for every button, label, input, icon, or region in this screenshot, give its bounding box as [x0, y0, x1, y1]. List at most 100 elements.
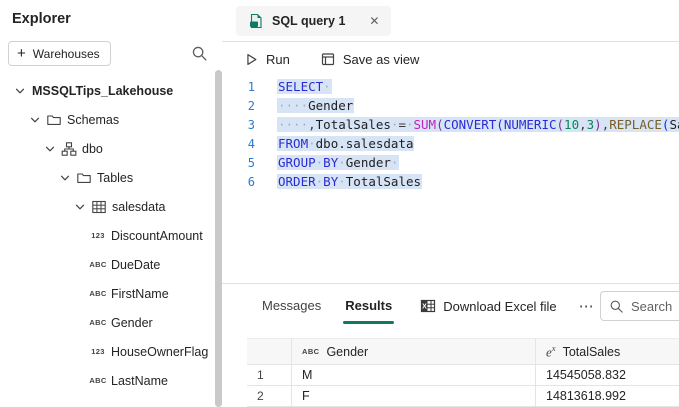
text-type-icon: ABC — [87, 260, 109, 269]
results-search-input[interactable] — [631, 299, 679, 314]
table-row[interactable]: 1M14545058.832 — [247, 365, 679, 386]
tree-item-mssqltips_lakehouse[interactable]: MSSQLTips_Lakehouse — [0, 76, 222, 105]
table-icon — [88, 199, 110, 215]
results-search-box — [600, 291, 679, 321]
code-line: 4 FROM·dbo.salesdata — [222, 134, 679, 153]
column-name: Gender — [326, 345, 368, 359]
save-as-view-button[interactable]: Save as view — [320, 51, 420, 67]
tree-item-salesdata[interactable]: salesdata — [0, 192, 222, 221]
code-line: 5 GROUP·BY·Gender· — [222, 153, 679, 172]
warehouses-button-label: Warehouses — [33, 47, 100, 61]
tree-item-label: dbo — [82, 142, 103, 156]
text-type-icon: ABC — [87, 376, 109, 385]
object-tree: MSSQLTips_Lakehouse Schemas dbo Tables sales… — [0, 76, 222, 395]
results-panel: Messages Results X Download Excel fi — [222, 283, 679, 407]
numeric-type-icon: 123 — [87, 347, 109, 356]
line-number: 1 — [222, 80, 255, 94]
schema-icon — [58, 141, 80, 157]
tree-item-label: LastName — [111, 374, 168, 388]
column-header-gender: ABC Gender — [292, 338, 536, 365]
tree-item-label: FirstName — [111, 287, 169, 301]
sql-editor[interactable]: 1 SELECT· 2 ····Gender 3 ····,TotalSales·=·SU… — [222, 76, 679, 283]
line-number: 5 — [222, 156, 255, 170]
tree-item-label: Tables — [97, 171, 133, 185]
svg-text:X: X — [422, 304, 427, 311]
tab-messages[interactable]: Messages — [262, 298, 321, 315]
code-line: 3 ····,TotalSales·=·SUM(CONVERT(NUMERIC(1… — [222, 115, 679, 134]
column-name: TotalSales — [563, 345, 621, 359]
save-as-view-icon — [320, 51, 336, 67]
play-icon — [244, 52, 259, 67]
code-text-selected: ····,TotalSales·=·SUM(CONVERT(NUMERIC(10… — [277, 117, 679, 132]
chevron-down-icon[interactable] — [57, 172, 73, 184]
tree-item-discountamount[interactable]: 123DiscountAmount — [0, 221, 222, 250]
code-text-selected: ORDER·BY·TotalSales — [277, 174, 422, 189]
code-line: 1 SELECT· — [222, 77, 679, 96]
chevron-down-icon[interactable] — [27, 114, 43, 126]
save-as-view-label: Save as view — [343, 52, 420, 67]
code-text-selected: SELECT· — [277, 79, 332, 94]
tab-title: SQL query 1 — [272, 14, 345, 28]
tree-item-lastname[interactable]: ABCLastName — [0, 366, 222, 395]
numeric-type-icon: 123 — [87, 231, 109, 240]
explorer-title: Explorer — [0, 0, 222, 27]
table-row[interactable]: 2F14813618.992 — [247, 386, 679, 407]
row-number-cell[interactable]: 1 — [247, 365, 292, 386]
code-text-selected: ····Gender — [277, 98, 354, 113]
tab-close-icon[interactable]: ✕ — [369, 15, 379, 27]
tree-item-label: HouseOwnerFlag — [111, 345, 208, 359]
chevron-down-icon[interactable] — [12, 85, 28, 97]
line-number: 4 — [222, 137, 255, 151]
more-options-button[interactable]: ⋯ — [579, 297, 596, 315]
add-warehouses-button[interactable]: + Warehouses — [8, 41, 111, 66]
grid-corner-cell — [247, 338, 292, 365]
text-type-icon: ABC — [87, 318, 109, 327]
sql-file-icon — [248, 13, 264, 29]
tree-item-dbo[interactable]: dbo — [0, 134, 222, 163]
chevron-down-icon[interactable] — [42, 143, 58, 155]
tab-bar: SQL query 1 ✕ — [222, 0, 679, 42]
tree-item-firstname[interactable]: ABCFirstName — [0, 279, 222, 308]
run-label: Run — [266, 52, 290, 67]
data-cell[interactable]: 14813618.992 — [536, 386, 679, 407]
tree-item-tables[interactable]: Tables — [0, 163, 222, 192]
text-type-icon: ABC — [87, 289, 109, 298]
plus-icon: + — [17, 46, 26, 61]
data-cell[interactable]: F — [292, 386, 536, 407]
data-cell[interactable]: 14545058.832 — [536, 365, 679, 386]
tree-item-label: Gender — [111, 316, 153, 330]
tree-item-label: Schemas — [67, 113, 119, 127]
code-text-selected: GROUP·BY·Gender· — [277, 155, 399, 170]
tree-item-label: salesdata — [112, 200, 166, 214]
tree-item-schemas[interactable]: Schemas — [0, 105, 222, 134]
sidebar-scrollbar[interactable] — [215, 70, 222, 407]
folder-icon — [73, 170, 95, 186]
tab-results[interactable]: Results — [345, 298, 392, 315]
tree-item-houseownerflag[interactable]: 123HouseOwnerFlag — [0, 337, 222, 366]
search-icon — [609, 299, 624, 314]
excel-icon: X — [420, 298, 436, 314]
tree-item-duedate[interactable]: ABCDueDate — [0, 250, 222, 279]
app-root: Explorer + Warehouses MSSQLTips_Lakehous… — [0, 0, 679, 407]
folder-icon — [43, 112, 65, 128]
tree-item-label: DueDate — [111, 258, 160, 272]
line-number: 3 — [222, 118, 255, 132]
tree-item-gender[interactable]: ABCGender — [0, 308, 222, 337]
row-number-cell[interactable]: 2 — [247, 386, 292, 407]
chevron-down-icon[interactable] — [72, 201, 88, 213]
data-cell[interactable]: M — [292, 365, 536, 386]
text-type-icon: ABC — [302, 347, 319, 356]
download-excel-button[interactable]: X Download Excel file — [420, 298, 556, 314]
explorer-toolbar: + Warehouses — [0, 27, 222, 66]
code-line: 6ORDER·BY·TotalSales — [222, 172, 679, 191]
query-toolbar: Run Save as view — [222, 42, 679, 76]
code-text-selected: FROM·dbo.salesdata — [277, 136, 414, 151]
numeric-fx-type-icon: ex — [546, 343, 556, 360]
tree-item-label: MSSQLTips_Lakehouse — [32, 84, 173, 98]
run-button[interactable]: Run — [244, 52, 290, 67]
results-grid: ABCGenderexTotalSales1M14545058.8322F148… — [247, 338, 679, 407]
explorer-search-icon[interactable] — [191, 45, 208, 62]
tab-sql-query-1[interactable]: SQL query 1 ✕ — [236, 6, 391, 36]
line-number: 2 — [222, 99, 255, 113]
download-excel-label: Download Excel file — [443, 299, 556, 314]
